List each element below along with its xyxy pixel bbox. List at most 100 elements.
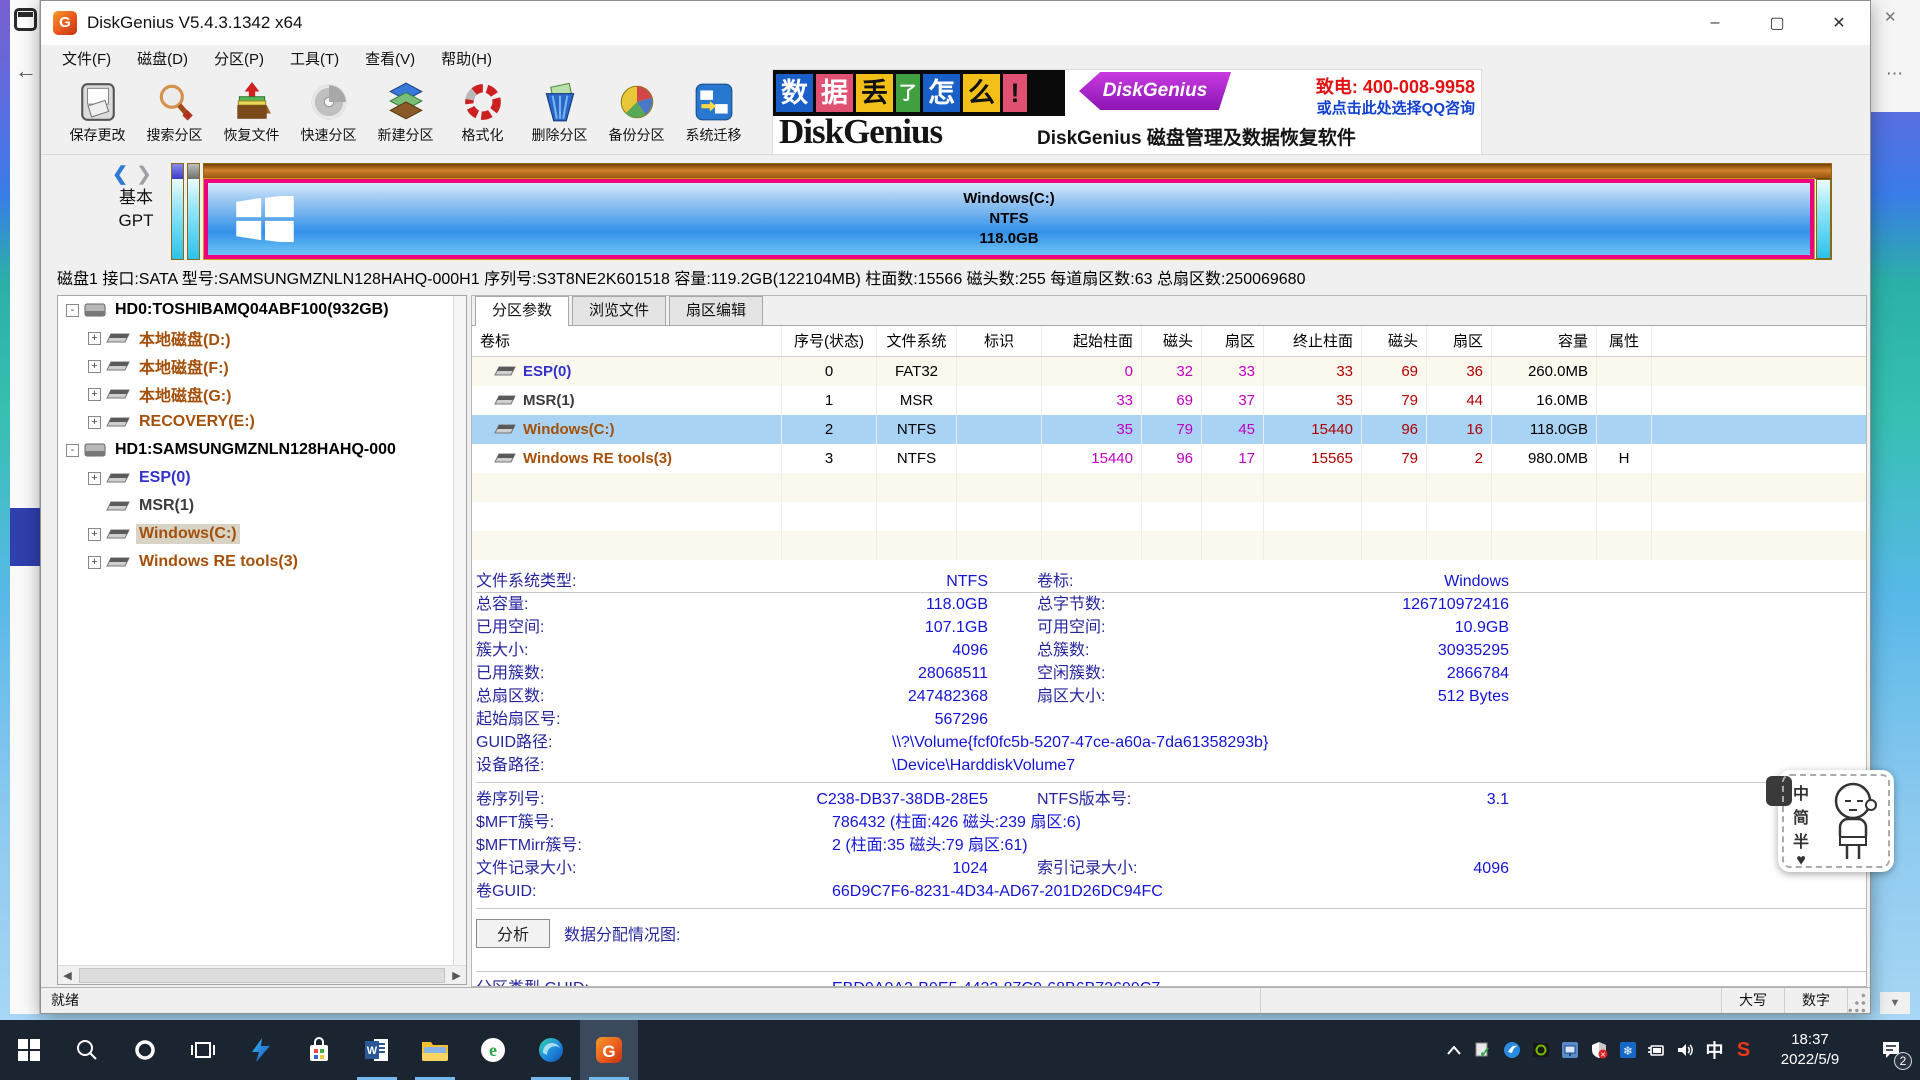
tree-item-hd1[interactable]: - HD1:SAMSUNGMZNLN128HAHQ-000 — [58, 436, 466, 464]
pinned-app-store[interactable] — [290, 1020, 348, 1080]
taskbar-app-edge[interactable] — [522, 1020, 580, 1080]
cortana-icon — [133, 1038, 157, 1062]
scroll-left-arrow-icon[interactable]: ◀ — [58, 969, 77, 982]
close-button[interactable]: ✕ — [1808, 1, 1870, 45]
delete-partition-button[interactable]: 删除分区 — [521, 79, 598, 151]
format-button[interactable]: 格式化 — [444, 79, 521, 151]
menu-tools[interactable]: 工具(T) — [277, 45, 352, 75]
expand-icon[interactable]: + — [88, 332, 101, 345]
diskgenius-window: G DiskGenius V5.4.3.1342 x64 – ▢ ✕ 文件(F)… — [40, 0, 1871, 1014]
resize-grip[interactable] — [1848, 988, 1870, 1013]
detail-row: 总容量:118.0GB总字节数:126710972416 — [476, 593, 1866, 616]
tray-volume-icon[interactable] — [1671, 1020, 1700, 1080]
table-row-windows-c-selected[interactable]: Windows(C:)2NTFS357945154409616118.0GB — [472, 415, 1866, 444]
taskbar-clock[interactable]: 18:37 2022/5/9 — [1758, 1030, 1862, 1070]
analyze-button[interactable]: 分析 — [476, 919, 550, 948]
table-row-windows-re[interactable]: Windows RE tools(3)3NTFS1544096171556579… — [472, 444, 1866, 473]
partition-block-re-tools[interactable] — [1816, 179, 1831, 259]
table-row-msr[interactable]: MSR(1)1MSR33693735794416.0MB — [472, 386, 1866, 415]
new-partition-button[interactable]: 新建分区 — [367, 79, 444, 151]
menu-partition[interactable]: 分区(P) — [201, 45, 277, 75]
task-view-button[interactable] — [174, 1020, 232, 1080]
detail-row: 文件记录大小:1024索引记录大小:4096 — [476, 857, 1866, 880]
banner-qq-link[interactable]: 或点击此处选择QQ咨询 — [1317, 97, 1475, 118]
tree-item-msr[interactable]: MSR(1) — [58, 492, 466, 520]
tree-item-recovery-e[interactable]: + RECOVERY(E:) — [58, 408, 466, 436]
allocation-map-label: 数据分配情况图: — [564, 921, 680, 945]
ad-banner[interactable]: 数 据 丢 了 怎 么 ! DiskGenius DiskGenius 致电: … — [772, 69, 1482, 155]
tree-item-esp[interactable]: + ESP(0) — [58, 464, 466, 492]
collapse-icon[interactable]: - — [66, 444, 79, 457]
prev-disk-arrow-icon[interactable]: ❮ — [112, 164, 136, 185]
expand-icon[interactable]: + — [88, 528, 101, 541]
menu-disk[interactable]: 磁盘(D) — [124, 45, 201, 75]
window-title: DiskGenius V5.4.3.1342 x64 — [87, 13, 302, 33]
tree-item-windows-re[interactable]: + Windows RE tools(3) — [58, 548, 466, 576]
tree-vertical-scrollbar[interactable] — [453, 296, 466, 965]
partition-icon — [106, 500, 130, 512]
partition-block-esp[interactable] — [171, 163, 184, 260]
detail-row-device-path: 设备路径:\Device\HarddiskVolume7 — [476, 754, 1866, 777]
table-row-esp[interactable]: ESP(0)0FAT3203233336936260.0MB — [472, 357, 1866, 386]
green-e-browser-icon: e — [480, 1037, 506, 1063]
menu-file[interactable]: 文件(F) — [49, 45, 124, 75]
banner-tile: ! — [1003, 74, 1027, 112]
save-changes-button[interactable]: 保存更改 — [59, 79, 136, 151]
search-partition-button[interactable]: 搜索分区 — [136, 79, 213, 151]
tray-expand-chevron-icon[interactable] — [1439, 1020, 1468, 1080]
partition-block-msr[interactable] — [187, 163, 200, 260]
recover-files-button[interactable]: 恢复文件 — [213, 79, 290, 151]
expand-icon[interactable]: + — [88, 416, 101, 429]
ime-mode-simplified: 简 — [1793, 804, 1809, 828]
pinned-app-thunder[interactable] — [232, 1020, 290, 1080]
banner-tile: 数 — [776, 74, 813, 112]
pinned-app-browser360[interactable]: e — [464, 1020, 522, 1080]
divider — [476, 782, 1866, 783]
start-button[interactable] — [0, 1020, 58, 1080]
tray-security-alert-icon[interactable]: ✕ — [1584, 1020, 1613, 1080]
tree-item-local-f[interactable]: + 本地磁盘(F:) — [58, 352, 466, 380]
tree-item-local-d[interactable]: + 本地磁盘(D:) — [58, 324, 466, 352]
scroll-right-arrow-icon[interactable]: ▶ — [447, 969, 466, 982]
taskbar-app-word[interactable]: W — [348, 1020, 406, 1080]
backup-partition-button[interactable]: 备份分区 — [598, 79, 675, 151]
expand-icon[interactable]: + — [88, 556, 101, 569]
tray-antivirus-icon[interactable]: ✓ — [1468, 1020, 1497, 1080]
detail-row: 簇大小:4096总簇数:30935295 — [476, 639, 1866, 662]
quick-partition-button[interactable]: 快速分区 — [290, 79, 367, 151]
tree-item-windows-c[interactable]: + Windows(C:) — [58, 520, 466, 548]
expand-icon[interactable]: + — [88, 360, 101, 373]
system-migrate-button[interactable]: 系统迁移 — [675, 79, 752, 151]
tab-browse-files[interactable]: 浏览文件 — [572, 296, 666, 325]
maximize-button[interactable]: ▢ — [1746, 1, 1808, 45]
menu-help[interactable]: 帮助(H) — [428, 45, 505, 75]
tray-intel-graphics-icon[interactable] — [1555, 1020, 1584, 1080]
minimize-button[interactable]: – — [1684, 1, 1746, 45]
tree-item-hd0[interactable]: - HD0:TOSHIBAMQ04ABF100(932GB) — [58, 296, 466, 324]
expand-icon[interactable]: + — [88, 388, 101, 401]
expand-icon[interactable]: + — [88, 472, 101, 485]
tray-snowflake-icon[interactable]: ❄ — [1613, 1020, 1642, 1080]
windows-logo-icon — [236, 196, 294, 242]
partition-block-windows-c[interactable]: Windows(C:) NTFS 118.0GB — [204, 179, 1814, 259]
tab-partition-params[interactable]: 分区参数 — [475, 296, 569, 326]
taskbar-search-button[interactable] — [58, 1020, 116, 1080]
tray-messenger-icon[interactable] — [1497, 1020, 1526, 1080]
cortana-button[interactable] — [116, 1020, 174, 1080]
scrollbar-thumb[interactable] — [79, 968, 445, 983]
table-empty-row — [472, 473, 1866, 502]
tray-nvidia-icon[interactable] — [1526, 1020, 1555, 1080]
tray-ime-indicator[interactable]: 中 — [1700, 1020, 1729, 1080]
tab-sector-edit[interactable]: 扇区编辑 — [669, 296, 763, 325]
tray-sogou-icon[interactable]: S — [1729, 1020, 1758, 1080]
tree-item-local-g[interactable]: + 本地磁盘(G:) — [58, 380, 466, 408]
collapse-icon[interactable]: - — [66, 304, 79, 317]
tree-horizontal-scrollbar[interactable]: ◀ ▶ — [58, 965, 466, 984]
menu-view[interactable]: 查看(V) — [352, 45, 428, 75]
taskbar-app-explorer[interactable] — [406, 1020, 464, 1080]
action-center-button[interactable]: 2 — [1862, 1020, 1920, 1080]
taskbar-app-diskgenius[interactable]: G — [580, 1020, 638, 1080]
ime-status-widget[interactable]: 中 简 半 ♥ — [1778, 770, 1894, 872]
next-disk-arrow-icon[interactable]: ❯ — [136, 164, 160, 185]
tray-power-plug-icon[interactable] — [1642, 1020, 1671, 1080]
